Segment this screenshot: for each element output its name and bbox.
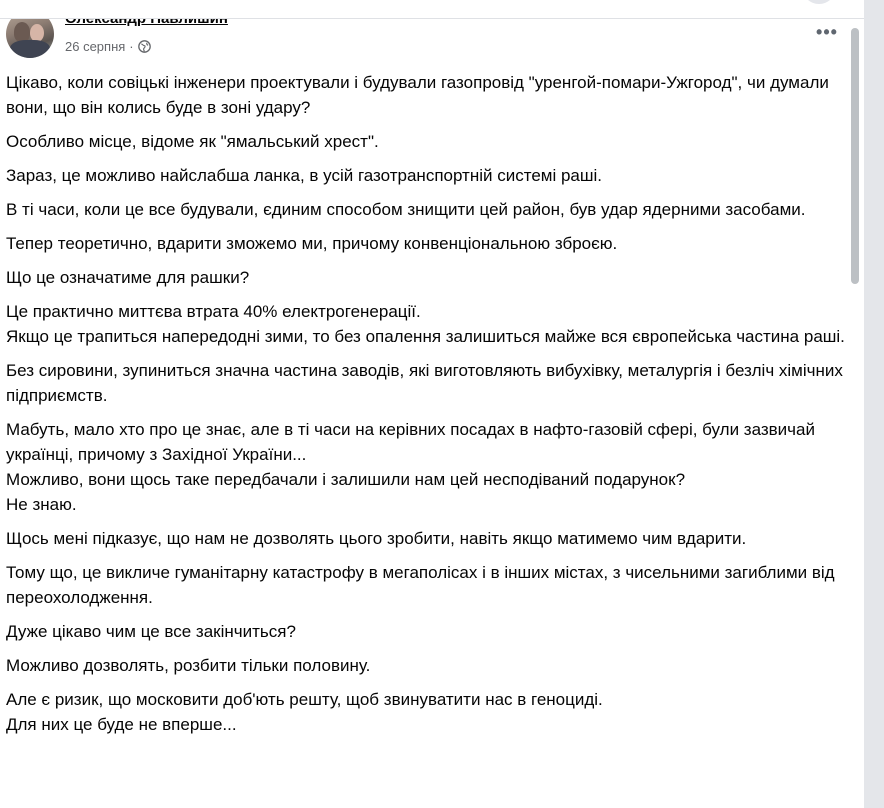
post-paragraph: Дуже цікаво чим це все закінчиться? bbox=[6, 622, 296, 641]
meta-separator: · bbox=[129, 39, 134, 54]
post-paragraph: Але є ризик, що московити доб'ють решту,… bbox=[6, 690, 603, 734]
post-paragraph: Цікаво, коли совіцькі інженери проектува… bbox=[6, 73, 829, 117]
scrollbar-thumb[interactable] bbox=[851, 28, 859, 284]
top-divider bbox=[0, 0, 864, 19]
post-paragraph: Без сировини, зупиниться значна частина … bbox=[6, 361, 843, 405]
post-date-link[interactable]: 26 серпня bbox=[65, 39, 125, 54]
post-paragraph: Це практично миттєва втрата 40% електрог… bbox=[6, 302, 845, 346]
post-paragraph: Щось мені підказує, що нам не дозволять … bbox=[6, 529, 747, 548]
post-paragraph: Що це означатиме для рашки? bbox=[6, 268, 250, 287]
post-paragraph: В ті часи, коли це все будували, єдиним … bbox=[6, 200, 806, 219]
post-paragraph: Тепер теоретично, вдарити зможемо ми, пр… bbox=[6, 234, 618, 253]
post-paragraph: Мабуть, мало хто про це знає, але в ті ч… bbox=[6, 420, 815, 514]
more-options-button[interactable]: ••• bbox=[809, 18, 845, 46]
post-paragraph: Можливо дозволять, розбити тільки полови… bbox=[6, 656, 371, 675]
globe-icon[interactable] bbox=[137, 40, 151, 53]
page-background bbox=[864, 0, 884, 808]
post-text: Цікаво, коли совіцькі інженери проектува… bbox=[6, 70, 848, 746]
post-paragraph: Особливо місце, відоме як "ямальський хр… bbox=[6, 132, 379, 151]
post-card: Олександр Павлишин 26 серпня · ••• Цікав… bbox=[0, 0, 864, 808]
more-options-icon: ••• bbox=[816, 22, 838, 42]
post-paragraph: Тому що, це викличе гуманітарну катастро… bbox=[6, 563, 835, 607]
vertical-scrollbar[interactable] bbox=[849, 28, 861, 808]
facebook-post-view: Олександр Павлишин 26 серпня · ••• Цікав… bbox=[0, 0, 884, 808]
post-paragraph: Зараз, це можливо найслабша ланка, в усі… bbox=[6, 166, 603, 185]
post-meta: 26 серпня · bbox=[65, 39, 151, 54]
